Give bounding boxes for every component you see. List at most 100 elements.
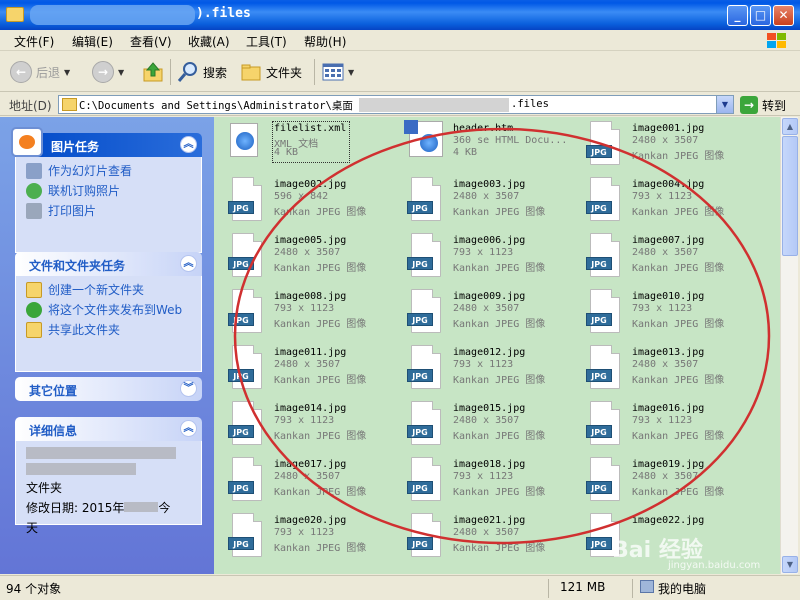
go-button[interactable]: → 转到 bbox=[740, 95, 786, 115]
file-item[interactable]: JPG image019.jpg 2480 x 3507 Kankan JPEG 图像 bbox=[576, 455, 752, 507]
task-new-folder[interactable]: 创建一个新文件夹 bbox=[26, 282, 191, 298]
slideshow-icon bbox=[26, 163, 42, 179]
views-button[interactable]: ▼ bbox=[322, 60, 354, 84]
file-item[interactable]: JPG image015.jpg 2480 x 3507 Kankan JPEG 图像 bbox=[397, 399, 573, 451]
task-share-folder[interactable]: 共享此文件夹 bbox=[26, 322, 191, 338]
file-type: Kankan JPEG 图像 bbox=[632, 487, 725, 498]
file-detail: 793 x 1123 bbox=[274, 415, 335, 426]
file-item[interactable]: JPG image005.jpg 2480 x 3507 Kankan JPEG 图像 bbox=[218, 231, 394, 283]
xml-file-icon bbox=[230, 123, 258, 157]
file-detail: 793 x 1123 bbox=[274, 527, 335, 538]
collapse-chevron-icon[interactable]: ︽ bbox=[180, 255, 197, 272]
file-item[interactable]: JPG image002.jpg 596 x 842 Kankan JPEG 图像 bbox=[218, 175, 394, 227]
address-input[interactable]: C:\Documents and Settings\Administrator\… bbox=[58, 95, 734, 114]
file-name: image019.jpg bbox=[632, 459, 705, 470]
expand-chevron-icon[interactable]: ︾ bbox=[180, 380, 197, 397]
file-item[interactable]: JPG image012.jpg 793 x 1123 Kankan JPEG 图像 bbox=[397, 343, 573, 395]
maximize-button[interactable]: □ bbox=[750, 5, 771, 26]
jpg-file-icon: JPG bbox=[586, 121, 622, 167]
jpg-file-icon: JPG bbox=[407, 289, 443, 335]
status-divider bbox=[548, 579, 549, 598]
file-item[interactable]: JPG image018.jpg 793 x 1123 Kankan JPEG 图像 bbox=[397, 455, 573, 507]
task-order-prints[interactable]: 联机订购照片 bbox=[26, 183, 191, 199]
jpg-badge: JPG bbox=[586, 425, 612, 438]
file-item[interactable]: JPG image017.jpg 2480 x 3507 Kankan JPEG 图像 bbox=[218, 455, 394, 507]
file-item[interactable]: JPG image016.jpg 793 x 1123 Kankan JPEG 图像 bbox=[576, 399, 752, 451]
jpg-badge: JPG bbox=[228, 537, 254, 550]
minimize-button[interactable]: _ bbox=[727, 5, 748, 26]
picture-tasks-header[interactable]: 图片任务 ︽ bbox=[11, 127, 202, 157]
toolbar: ← 后退 ▼ → ▼ 搜索 文件夹 ▼ bbox=[0, 52, 800, 92]
file-item[interactable]: JPG image006.jpg 793 x 1123 Kankan JPEG 图像 bbox=[397, 231, 573, 283]
file-tasks-header[interactable]: 文件和文件夹任务 ︽ bbox=[15, 252, 202, 276]
task-label: 共享此文件夹 bbox=[48, 323, 121, 337]
folder-icon bbox=[241, 64, 261, 81]
jpg-file-icon: JPG bbox=[586, 345, 622, 391]
redacted-name bbox=[26, 447, 176, 459]
file-type: Kankan JPEG 图像 bbox=[632, 375, 725, 386]
toolbar-separator bbox=[170, 59, 171, 85]
file-name: header.htm bbox=[453, 123, 514, 134]
file-detail: 2480 x 3507 bbox=[632, 135, 699, 146]
file-item[interactable]: filelist.xml XML 文档 4 KB bbox=[218, 119, 394, 171]
file-item[interactable]: JPG image007.jpg 2480 x 3507 Kankan JPEG 图像 bbox=[576, 231, 752, 283]
jpg-badge: JPG bbox=[586, 369, 612, 382]
menu-help[interactable]: 帮助(H) bbox=[304, 33, 346, 50]
file-item[interactable]: JPG image013.jpg 2480 x 3507 Kankan JPEG 图像 bbox=[576, 343, 752, 395]
vertical-scrollbar[interactable]: ▲ ▼ bbox=[780, 117, 798, 574]
collapse-chevron-icon[interactable]: ︽ bbox=[180, 136, 197, 153]
address-dropdown-button[interactable]: ▼ bbox=[716, 96, 733, 113]
menu-view[interactable]: 查看(V) bbox=[130, 33, 172, 50]
file-detail: 2480 x 3507 bbox=[632, 471, 699, 482]
address-suffix: .files bbox=[511, 98, 549, 110]
scroll-thumb[interactable] bbox=[782, 136, 798, 256]
forward-button[interactable]: → ▼ bbox=[92, 60, 124, 84]
scroll-down-button[interactable]: ▼ bbox=[782, 556, 798, 573]
file-name: image008.jpg bbox=[274, 291, 347, 302]
menu-tools[interactable]: 工具(T) bbox=[246, 33, 287, 50]
task-slideshow[interactable]: 作为幻灯片查看 bbox=[26, 163, 191, 179]
folder-icon bbox=[62, 98, 77, 111]
share-folder-icon bbox=[26, 322, 42, 338]
file-detail: 360 se HTML Docu... bbox=[453, 135, 568, 146]
file-name: image007.jpg bbox=[632, 235, 705, 246]
jpg-badge: JPG bbox=[407, 201, 433, 214]
search-button[interactable]: 搜索 bbox=[177, 60, 227, 84]
file-item[interactable]: JPG image008.jpg 793 x 1123 Kankan JPEG 图像 bbox=[218, 287, 394, 339]
scroll-up-button[interactable]: ▲ bbox=[782, 118, 798, 135]
close-button[interactable]: ✕ bbox=[773, 5, 794, 26]
file-item[interactable]: JPG image003.jpg 2480 x 3507 Kankan JPEG 图像 bbox=[397, 175, 573, 227]
task-print[interactable]: 打印图片 bbox=[26, 203, 191, 219]
file-item[interactable]: header.htm 360 se HTML Docu... 4 KB bbox=[397, 119, 573, 171]
folder-up-icon bbox=[143, 62, 163, 82]
file-item[interactable]: JPG image014.jpg 793 x 1123 Kankan JPEG 图像 bbox=[218, 399, 394, 451]
details-header[interactable]: 详细信息 ︽ bbox=[15, 417, 202, 441]
title-bar[interactable]: ).files _ □ ✕ bbox=[0, 0, 800, 30]
file-tasks-body: 创建一个新文件夹 将这个文件夹发布到Web 共享此文件夹 bbox=[15, 276, 202, 372]
file-item[interactable]: JPG image001.jpg 2480 x 3507 Kankan JPEG 图像 bbox=[576, 119, 752, 171]
file-item[interactable]: JPG image009.jpg 2480 x 3507 Kankan JPEG 图像 bbox=[397, 287, 573, 339]
file-list[interactable]: filelist.xml XML 文档 4 KB header.htm 360 se H… bbox=[214, 117, 780, 574]
back-button[interactable]: ← 后退 ▼ bbox=[10, 60, 70, 84]
file-item[interactable]: JPG image010.jpg 793 x 1123 Kankan JPEG 图像 bbox=[576, 287, 752, 339]
file-item[interactable]: JPG image020.jpg 793 x 1123 Kankan JPEG 图像 bbox=[218, 511, 394, 563]
menu-favorites[interactable]: 收藏(A) bbox=[188, 33, 230, 50]
file-item[interactable]: JPG image011.jpg 2480 x 3507 Kankan JPEG 图像 bbox=[218, 343, 394, 395]
status-bar: 94 个对象 121 MB 我的电脑 bbox=[0, 575, 800, 600]
other-places-header[interactable]: 其它位置 ︾ bbox=[15, 377, 202, 401]
status-size: 121 MB bbox=[560, 580, 606, 594]
up-button[interactable] bbox=[142, 60, 164, 84]
file-detail: 2480 x 3507 bbox=[274, 471, 341, 482]
folders-button[interactable]: 文件夹 bbox=[240, 60, 302, 84]
menu-bar: 文件(F) 编辑(E) 查看(V) 收藏(A) 工具(T) 帮助(H) bbox=[0, 30, 800, 51]
file-item[interactable]: JPG image021.jpg 2480 x 3507 Kankan JPEG 图像 bbox=[397, 511, 573, 563]
jpg-file-icon: JPG bbox=[407, 401, 443, 447]
file-item[interactable]: JPG image004.jpg 793 x 1123 Kankan JPEG 图像 bbox=[576, 175, 752, 227]
picture-tasks-panel: 图片任务 ︽ 作为幻灯片查看 联机订购照片 打印图片 bbox=[11, 127, 202, 253]
collapse-chevron-icon[interactable]: ︽ bbox=[180, 420, 197, 437]
file-name: image002.jpg bbox=[274, 179, 347, 190]
menu-file[interactable]: 文件(F) bbox=[14, 33, 54, 50]
task-publish-web[interactable]: 将这个文件夹发布到Web bbox=[26, 302, 191, 318]
menu-edit[interactable]: 编辑(E) bbox=[72, 33, 113, 50]
jpg-file-icon: JPG bbox=[407, 345, 443, 391]
